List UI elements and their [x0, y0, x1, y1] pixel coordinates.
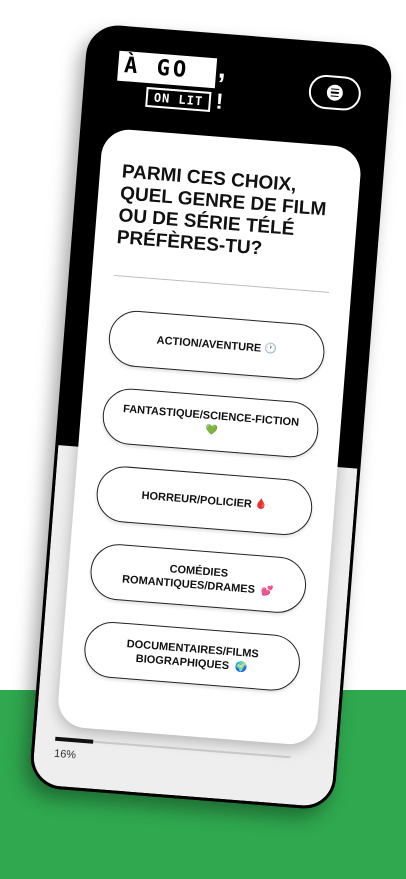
menu-button[interactable] [307, 73, 363, 112]
logo-comma: , [217, 52, 228, 85]
logo[interactable]: À GO , ON LIT ! [115, 50, 239, 122]
choice-fantastique-science-fiction[interactable]: FANTASTIQUE/SCIENCE-FICTION 💚 [100, 386, 321, 460]
green-heart-icon: 💚 [204, 424, 219, 437]
logo-sub: ON LIT [145, 86, 212, 113]
hearts-icon: 💕 [260, 584, 274, 597]
choice-horreur-policier[interactable]: HORREUR/POLICIER 🩸 [94, 464, 315, 538]
choice-label: HORREUR/POLICIER [141, 489, 253, 511]
logo-exclamation: ! [214, 88, 225, 114]
hamburger-icon [326, 84, 344, 102]
choice-label: DOCUMENTAIRES/FILMS BIOGRAPHIQUES 🌍 [126, 637, 260, 674]
divider [113, 274, 330, 293]
choice-label: ACTION/AVENTURE [156, 334, 262, 355]
phone-frame: À GO , ON LIT ! PARMI CES CHOIX, QUEL GE… [28, 23, 394, 811]
clock-icon: 🕐 [263, 342, 278, 355]
choice-action-aventure[interactable]: ACTION/AVENTURE 🕐 [106, 308, 327, 382]
logo-main: À GO [117, 50, 218, 89]
choice-documentaires-films-biographiques[interactable]: DOCUMENTAIRES/FILMS BIOGRAPHIQUES 🌍 [82, 619, 303, 693]
question-text: PARMI CES CHOIX, QUEL GENRE DE FILM OU D… [115, 161, 327, 260]
question-card: PARMI CES CHOIX, QUEL GENRE DE FILM OU D… [56, 127, 363, 747]
globe-icon: 🌍 [234, 661, 248, 674]
progress-label: 16% [53, 747, 77, 762]
choice-label: COMÉDIES ROMANTIQUES/DRAMES 💕 [121, 562, 274, 597]
choice-comedies-romantiques-drames[interactable]: COMÉDIES ROMANTIQUES/DRAMES 💕 [88, 542, 309, 615]
choice-label: FANTASTIQUE/SCIENCE-FICTION 💚 [122, 402, 300, 437]
blood-icon: 🩸 [254, 498, 268, 511]
